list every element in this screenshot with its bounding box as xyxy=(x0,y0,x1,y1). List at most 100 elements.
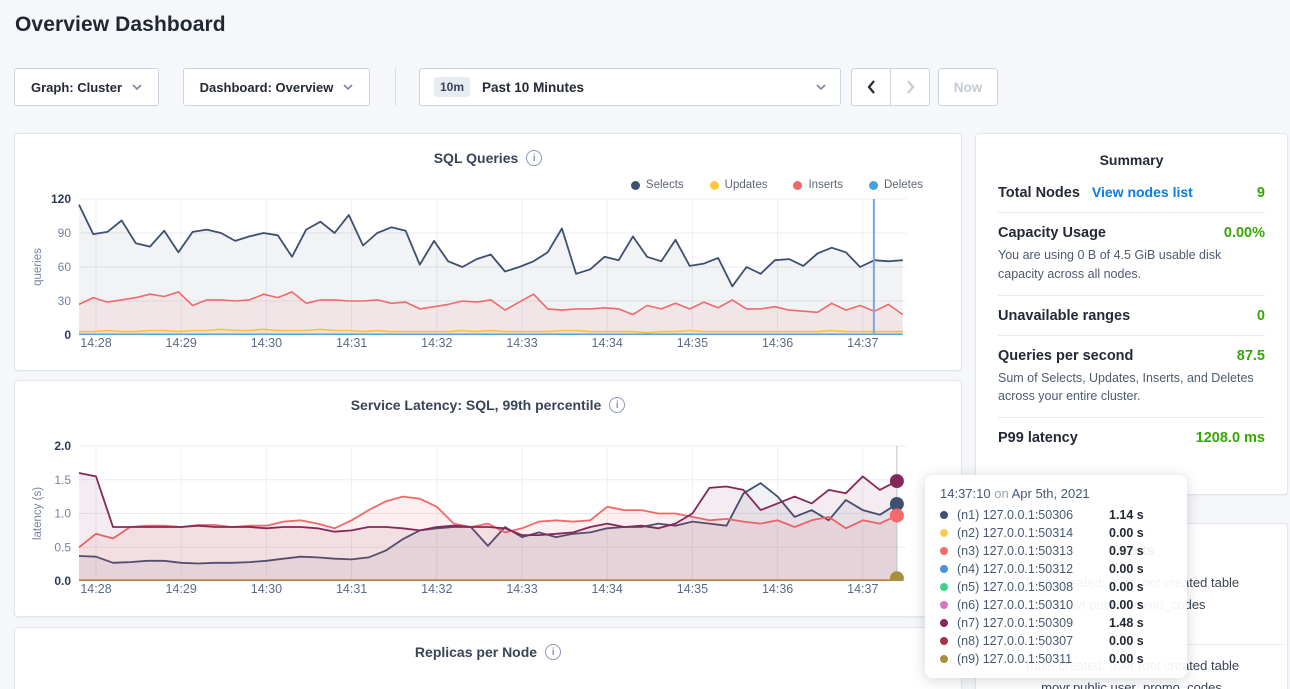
time-prev-button[interactable] xyxy=(851,68,891,106)
svg-text:14:37: 14:37 xyxy=(847,336,878,350)
svg-text:14:30: 14:30 xyxy=(251,336,282,350)
tooltip-row: (n6) 127.0.0.1:503100.00 s xyxy=(940,596,1173,614)
legend-label: Selects xyxy=(646,179,684,191)
summary-panel: Summary Total NodesView nodes list9Capac… xyxy=(975,133,1288,495)
svg-text:14:32: 14:32 xyxy=(421,582,452,596)
tooltip-node-value: 0.00 s xyxy=(1109,634,1144,648)
svg-text:14:31: 14:31 xyxy=(336,582,367,596)
node-color-dot-icon xyxy=(940,547,948,555)
latency-chart[interactable]: 0.00.51.01.52.014:2814:2914:3014:3114:32… xyxy=(15,441,961,611)
svg-text:30: 30 xyxy=(58,294,72,308)
svg-text:0.0: 0.0 xyxy=(54,574,71,588)
svg-text:1.5: 1.5 xyxy=(54,473,71,487)
svg-text:1.0: 1.0 xyxy=(54,507,71,521)
svg-text:14:29: 14:29 xyxy=(166,336,197,350)
chart-tooltip: 14:37:10 on Apr 5th, 2021 (n1) 127.0.0.1… xyxy=(925,475,1187,678)
summary-row: Queries per second87.5 Sum of Selects, Up… xyxy=(998,336,1265,419)
summary-panel-title: Summary xyxy=(998,134,1265,172)
sql-queries-chart[interactable]: 030609012014:2814:2914:3014:3114:3214:33… xyxy=(15,194,961,364)
legend-label: Updates xyxy=(725,179,768,191)
graph-dropdown[interactable]: Graph: Cluster xyxy=(14,68,159,106)
svg-text:120: 120 xyxy=(51,194,71,206)
legend-item-deletes[interactable]: Deletes xyxy=(869,179,923,191)
legend-dot-icon xyxy=(793,181,802,190)
latency-title: Service Latency: SQL, 99th percentile i xyxy=(15,397,961,413)
summary-row-top: Total NodesView nodes list9 xyxy=(998,184,1265,201)
graph-dropdown-label: Graph: Cluster xyxy=(31,80,122,95)
node-color-dot-icon xyxy=(940,655,948,663)
latency-title-text: Service Latency: SQL, 99th percentile xyxy=(351,397,602,413)
legend-label: Inserts xyxy=(808,179,843,191)
legend-label: Deletes xyxy=(884,179,923,191)
summary-value: 9 xyxy=(1257,185,1265,201)
tooltip-row: (n9) 127.0.0.1:503110.00 s xyxy=(940,650,1173,668)
time-nav-group xyxy=(851,68,930,106)
now-button[interactable]: Now xyxy=(938,68,998,106)
tooltip-row: (n7) 127.0.0.1:503091.48 s xyxy=(940,614,1173,632)
summary-row-top: Queries per second87.5 xyxy=(998,348,1265,364)
time-range-dropdown[interactable]: 10m Past 10 Minutes xyxy=(419,68,841,106)
node-color-dot-icon xyxy=(940,529,948,537)
tooltip-row: (n4) 127.0.0.1:503120.00 s xyxy=(940,560,1173,578)
sql-queries-title-text: SQL Queries xyxy=(434,150,519,166)
legend-dot-icon xyxy=(869,181,878,190)
tooltip-node-name: (n7) 127.0.0.1:50309 xyxy=(957,616,1109,630)
svg-text:0.5: 0.5 xyxy=(54,540,71,554)
summary-value: 0 xyxy=(1257,308,1265,324)
chevron-left-icon xyxy=(867,80,876,94)
toolbar: Graph: Cluster Dashboard: Overview 10m P… xyxy=(14,68,998,106)
tooltip-node-value: 0.00 s xyxy=(1109,526,1144,540)
svg-text:14:32: 14:32 xyxy=(421,336,452,350)
time-next-button[interactable] xyxy=(890,68,930,106)
info-icon[interactable]: i xyxy=(545,644,561,660)
charts-column: SQL Queries i Selects Updates Inserts Delet… xyxy=(14,133,962,689)
svg-text:14:31: 14:31 xyxy=(336,336,367,350)
replicas-title-text: Replicas per Node xyxy=(415,644,537,660)
legend-item-inserts[interactable]: Inserts xyxy=(793,179,843,191)
sql-queries-title: SQL Queries i xyxy=(15,150,961,166)
view-nodes-link[interactable]: View nodes list xyxy=(1092,184,1193,200)
tooltip-node-name: (n6) 127.0.0.1:50310 xyxy=(957,598,1109,612)
node-color-dot-icon xyxy=(940,619,948,627)
tooltip-node-value: 0.00 s xyxy=(1109,652,1144,666)
dashboard-dropdown[interactable]: Dashboard: Overview xyxy=(183,68,370,106)
svg-text:14:28: 14:28 xyxy=(80,336,111,350)
legend-item-updates[interactable]: Updates xyxy=(710,179,768,191)
summary-description: Sum of Selects, Updates, Inserts, and De… xyxy=(998,369,1265,407)
summary-row-top: P99 latency1208.0 ms xyxy=(998,430,1265,446)
tooltip-row: (n1) 127.0.0.1:503061.14 s xyxy=(940,506,1173,524)
tooltip-node-name: (n9) 127.0.0.1:50311 xyxy=(957,652,1109,666)
tooltip-timestamp: 14:37:10 on Apr 5th, 2021 xyxy=(940,486,1173,501)
summary-label: Capacity Usage xyxy=(998,225,1106,241)
replicas-title: Replicas per Node i xyxy=(15,644,961,660)
summary-row: Total NodesView nodes list9 xyxy=(998,172,1265,213)
svg-text:90: 90 xyxy=(58,226,72,240)
latency-card: Service Latency: SQL, 99th percentile i … xyxy=(14,380,962,617)
summary-row: Capacity Usage0.00%You are using 0 B of … xyxy=(998,213,1265,296)
svg-text:14:33: 14:33 xyxy=(506,336,537,350)
info-icon[interactable]: i xyxy=(609,397,625,413)
svg-text:latency (s): latency (s) xyxy=(32,487,44,540)
summary-row-top: Unavailable ranges0 xyxy=(998,308,1265,324)
svg-text:0: 0 xyxy=(64,328,71,342)
tooltip-node-value: 1.48 s xyxy=(1109,616,1144,630)
svg-text:14:34: 14:34 xyxy=(592,582,623,596)
sql-queries-legend: Selects Updates Inserts Deletes xyxy=(631,179,923,191)
node-color-dot-icon xyxy=(940,637,948,645)
info-icon[interactable]: i xyxy=(526,150,542,166)
summary-value: 1208.0 ms xyxy=(1196,430,1265,446)
chevron-down-icon xyxy=(343,84,353,90)
tooltip-node-name: (n8) 127.0.0.1:50307 xyxy=(957,634,1109,648)
chevron-down-icon xyxy=(816,84,826,90)
svg-text:14:29: 14:29 xyxy=(166,582,197,596)
summary-row: Unavailable ranges0 xyxy=(998,296,1265,336)
svg-text:14:37: 14:37 xyxy=(847,582,878,596)
svg-text:14:28: 14:28 xyxy=(80,582,111,596)
replicas-card: Replicas per Node i xyxy=(14,627,962,689)
page-title: Overview Dashboard xyxy=(15,13,226,37)
tooltip-node-name: (n2) 127.0.0.1:50314 xyxy=(957,526,1109,540)
time-range-badge: 10m xyxy=(434,77,470,97)
tooltip-row: (n3) 127.0.0.1:503130.97 s xyxy=(940,542,1173,560)
svg-text:14:35: 14:35 xyxy=(677,336,708,350)
legend-item-selects[interactable]: Selects xyxy=(631,179,684,191)
